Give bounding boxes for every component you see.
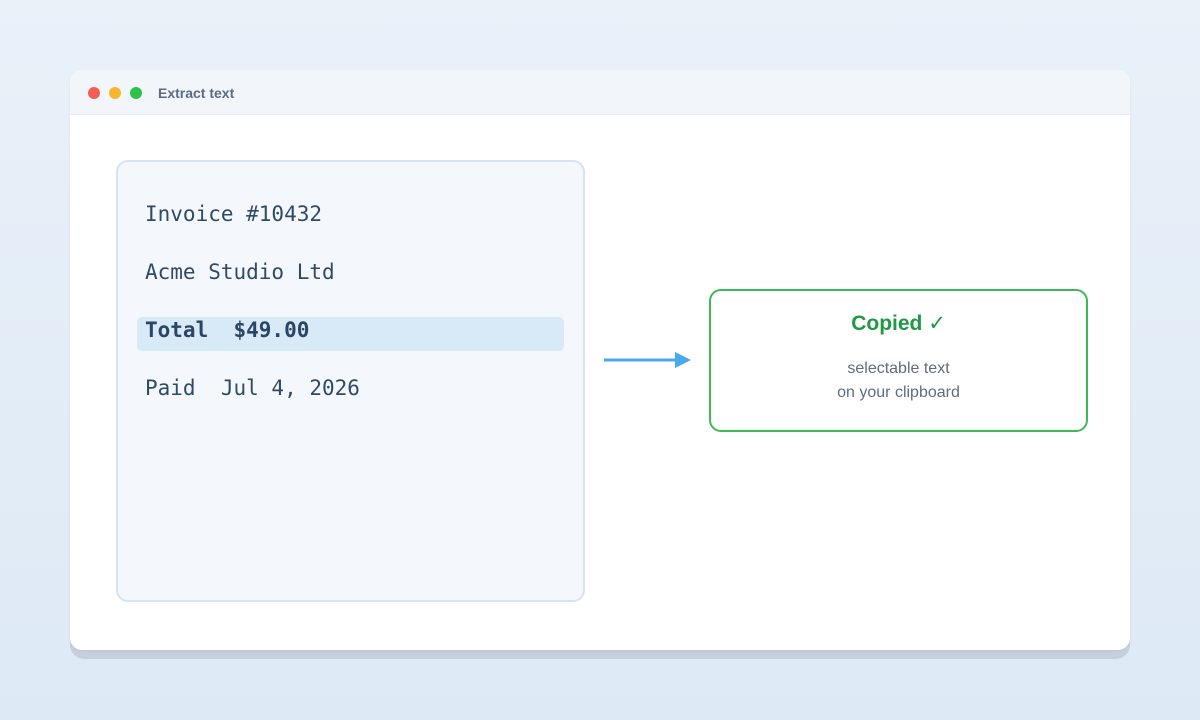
arrow-right-icon — [604, 352, 691, 368]
document-line-total[interactable]: Total $49.00 — [145, 315, 309, 345]
result-description-line-2: on your clipboard — [837, 384, 960, 401]
close-window-button[interactable] — [88, 87, 100, 99]
copied-status-title: Copied ✓ — [851, 312, 946, 335]
maximize-window-button[interactable] — [130, 87, 142, 99]
source-document: Invoice #10432 Acme Studio Ltd Total $49… — [116, 160, 585, 602]
result-description-line-1: selectable text — [847, 360, 950, 377]
arrow-head — [675, 352, 691, 368]
document-line-invoice-number[interactable]: Invoice #10432 — [145, 199, 322, 229]
window-title: Extract text — [158, 85, 235, 101]
document-line-company[interactable]: Acme Studio Ltd — [145, 257, 335, 287]
selected-text-highlight[interactable]: Total $49.00 — [137, 317, 564, 351]
title-bar: Extract text — [70, 70, 1130, 115]
copied-result-card: Copied ✓ selectable text on your clipboa… — [709, 289, 1088, 432]
app-window: Extract text Invoice #10432 Acme Studio … — [70, 70, 1130, 650]
document-line-paid-date[interactable]: Paid Jul 4, 2026 — [145, 373, 360, 403]
minimize-window-button[interactable] — [109, 87, 121, 99]
